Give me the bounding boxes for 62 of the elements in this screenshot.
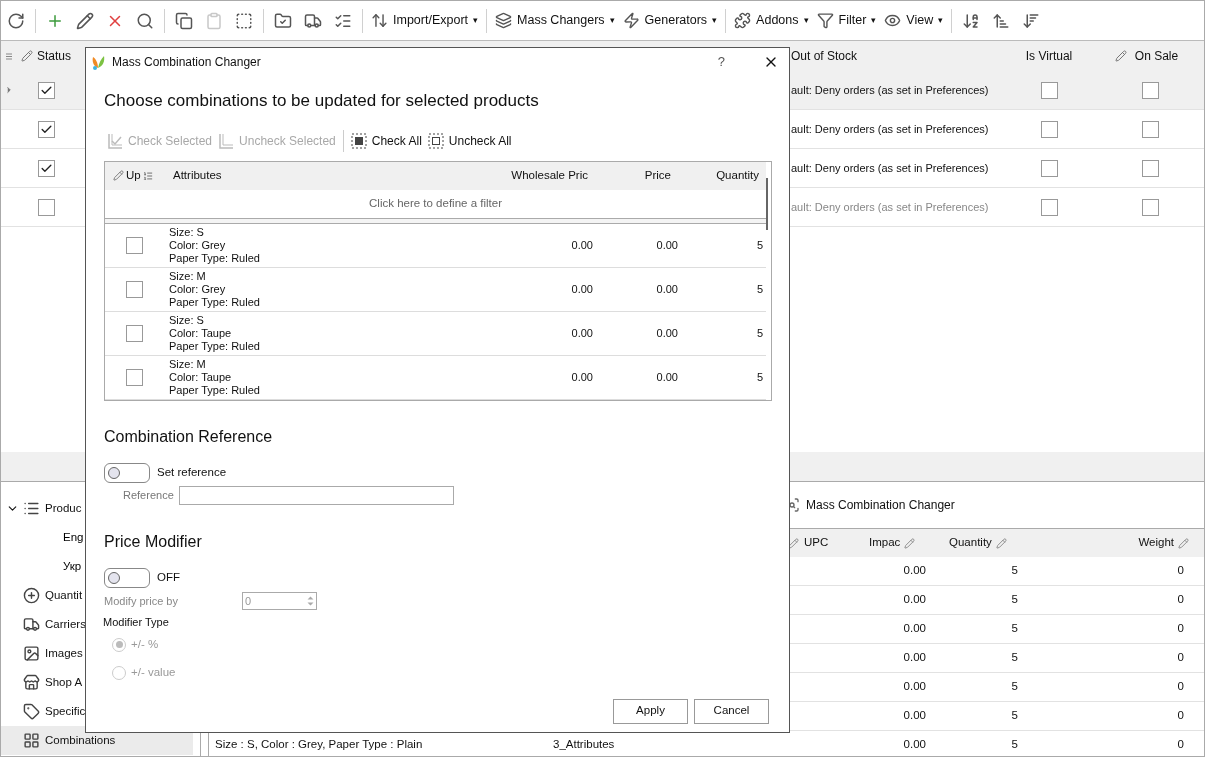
radio-label: +/- value bbox=[131, 664, 176, 680]
table-cell-text: 0.00 bbox=[902, 563, 926, 579]
toggle-label: OFF bbox=[157, 570, 180, 586]
table-cell-text: 0.00 bbox=[570, 282, 593, 298]
radio-label: +/- % bbox=[131, 636, 159, 652]
table-cell-text: ault: Deny orders (as set in Preferences) bbox=[791, 160, 990, 176]
table-cell-text: 5 bbox=[1010, 679, 1019, 695]
table-cell-text: 5 bbox=[1010, 737, 1019, 753]
table-cell: Size : S, Color : Grey, Paper Type : Plain bbox=[215, 738, 423, 751]
table-cell-text: 0 bbox=[1176, 650, 1185, 666]
dialog-heading: Choose combinations to be updated for selected products bbox=[104, 90, 540, 112]
table-cell-text: 5 bbox=[755, 370, 763, 386]
attribute-text: Color: Taupe bbox=[169, 327, 233, 340]
attribute-text: Size: M bbox=[169, 358, 207, 371]
table-cell-text: 5 bbox=[1010, 621, 1019, 637]
table-cell-text: 0.00 bbox=[570, 326, 593, 342]
table-cell-text: 0.00 bbox=[570, 370, 593, 386]
table-cell-text: 0.00 bbox=[902, 679, 926, 695]
attribute-text: Color: Taupe bbox=[169, 371, 233, 384]
attribute-text: Paper Type: Ruled bbox=[169, 296, 261, 309]
attribute-text: Size: S bbox=[169, 314, 205, 327]
table-cell-text: 0 bbox=[1176, 708, 1185, 724]
table-cell-text: 0.00 bbox=[902, 708, 926, 724]
table-cell-text: 0.00 bbox=[570, 238, 593, 254]
table-cell-text: 0.00 bbox=[902, 650, 926, 666]
table-cell-text: 0.00 bbox=[902, 621, 926, 637]
table-cell-text: 5 bbox=[1010, 592, 1019, 608]
table-cell-text: 5 bbox=[1010, 708, 1019, 724]
section-heading: Price Modifier bbox=[104, 532, 203, 552]
table-cell-text: 0 bbox=[1176, 592, 1185, 608]
section-heading: Combination Reference bbox=[104, 427, 274, 447]
table-cell-text: 0.00 bbox=[902, 592, 926, 608]
table-cell: 3_Attributes bbox=[553, 738, 615, 751]
table-cell-text: 0.00 bbox=[902, 737, 926, 753]
table-cell-text: 0 bbox=[1176, 621, 1185, 637]
attribute-text: Paper Type: Ruled bbox=[169, 384, 261, 397]
attribute-text: Size: M bbox=[169, 270, 207, 283]
attribute-text: Paper Type: Ruled bbox=[169, 252, 261, 265]
table-cell-text: ault: Deny orders (as set in Preferences) bbox=[791, 199, 990, 215]
table-cell-text: 0 bbox=[1176, 563, 1185, 579]
attribute-text: Size: S bbox=[169, 226, 205, 239]
table-cell-text: 0.00 bbox=[655, 238, 678, 254]
table-cell-text: 5 bbox=[1010, 650, 1019, 666]
attribute-text: Paper Type: Ruled bbox=[169, 340, 261, 353]
table-cell-text: 0 bbox=[1176, 679, 1185, 695]
attribute-text: Color: Grey bbox=[169, 239, 227, 252]
field-label: Modifier Type bbox=[103, 615, 170, 630]
table-cell-text: 0.00 bbox=[655, 326, 678, 342]
window-title: Mass Combination Changer bbox=[112, 54, 261, 71]
table-cell-text: 5 bbox=[755, 326, 763, 342]
toggle-label: Set reference bbox=[157, 465, 227, 481]
table-cell-text: 5 bbox=[755, 282, 763, 298]
field-label: Reference bbox=[123, 488, 174, 504]
table-cell-text: 0.00 bbox=[655, 282, 678, 298]
table-cell-text: ault: Deny orders (as set in Preferences) bbox=[791, 121, 990, 137]
attribute-text: Color: Grey bbox=[169, 283, 227, 296]
table-cell-text: 0 bbox=[1176, 737, 1185, 753]
field-label: Modify price by bbox=[104, 593, 179, 609]
table-cell-text: 5 bbox=[1010, 563, 1019, 579]
table-cell-text: 5 bbox=[755, 238, 763, 254]
table-cell-text: 0.00 bbox=[655, 370, 678, 386]
table-cell-text: ault: Deny orders (as set in Preferences) bbox=[791, 82, 990, 98]
